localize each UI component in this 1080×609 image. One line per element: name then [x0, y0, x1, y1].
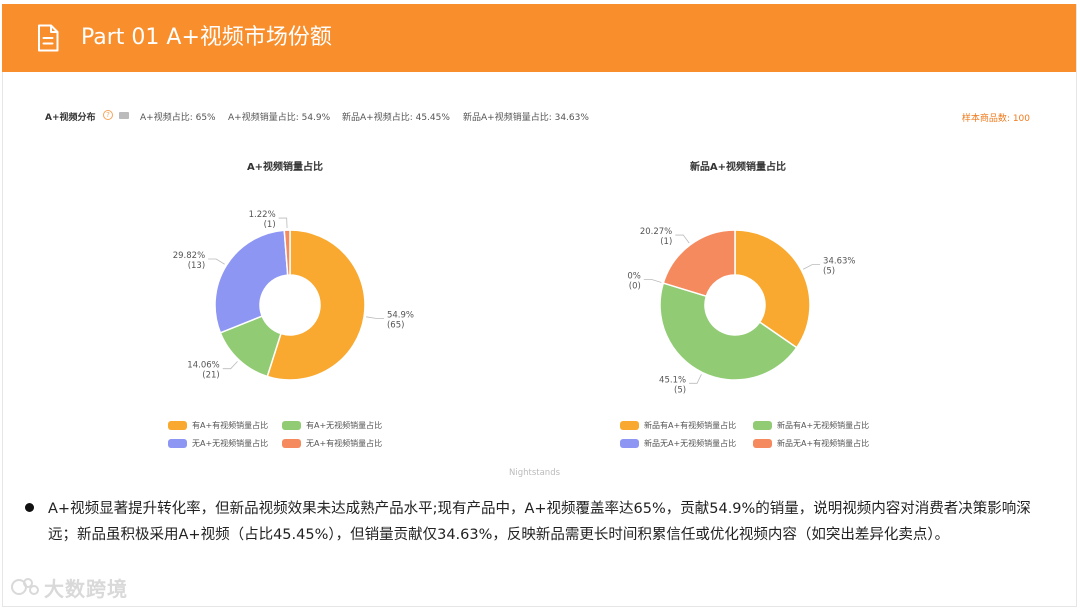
legend-swatch [620, 439, 639, 448]
page-title: Part 01 A+视频市场份额 [81, 25, 332, 50]
legend-label: 新品有A+无视频销量占比 [777, 421, 870, 430]
slice-percent-label: 14.06% [187, 361, 219, 371]
pie-slice[interactable] [214, 229, 289, 334]
slice-percent-label: 45.1% [659, 375, 686, 385]
sample-count: 样本商品数: 100 [961, 114, 1030, 124]
leader-line [643, 279, 662, 283]
slice-percent-label: 54.9% [387, 310, 414, 320]
legend-item[interactable]: 有A+有视频销量占比 [168, 420, 268, 431]
legend-swatch [168, 421, 187, 430]
watermark: 大数跨境 [10, 572, 128, 602]
leader-line [208, 258, 225, 265]
slice-count-label: (5) [674, 385, 686, 395]
legend-swatch [620, 421, 639, 430]
watermark-text: 大数跨境 [44, 576, 128, 601]
legend-label: 新品无A+有视频销量占比 [777, 439, 870, 448]
legend-item[interactable]: 新品无A+无视频销量占比 [620, 438, 736, 449]
legend-item[interactable]: 有A+无视频销量占比 [282, 420, 382, 431]
leader-line [675, 234, 690, 244]
leader-line [222, 361, 238, 370]
donut-chart-right: 34.63%(5)45.1%(5)0%(0)20.27%(1) [627, 227, 855, 395]
stats-lead: A+视频分布 [45, 113, 96, 123]
slice-percent-label: 34.63% [823, 257, 855, 267]
document-icon [38, 24, 59, 52]
video-icon [119, 112, 129, 119]
donut-chart-left: 54.9%(65) 14.06%(21) 29.82%(13) 1.22%(1) [173, 210, 414, 381]
slice-count-label: (21) [202, 371, 219, 381]
brand-logo-icon [11, 578, 39, 595]
leader-line [803, 264, 821, 270]
insight-text: A+视频显著提升转化率，但新品视频效果未达成熟产品水平;现有产品中，A+视频覆盖… [48, 501, 1031, 543]
legend-item[interactable]: 新品无A+有视频销量占比 [753, 438, 869, 449]
legend-label: 新品有A+有视频销量占比 [644, 421, 737, 430]
slice-count-label: (65) [387, 320, 404, 330]
legend-swatch [282, 421, 301, 430]
bullet-dot-icon [25, 503, 34, 512]
leader-line [689, 374, 702, 384]
legend-swatch [753, 439, 772, 448]
legend-item[interactable]: 新品有A+无视频销量占比 [753, 420, 869, 431]
legend-swatch [282, 439, 301, 448]
legend-item[interactable]: 无A+无视频销量占比 [168, 438, 268, 449]
slice-percent-label: 0% [627, 272, 641, 282]
legend-label: 无A+无视频销量占比 [192, 439, 269, 448]
legend-label: 无A+有视频销量占比 [306, 439, 383, 448]
stat-item: A+视频占比: 65% [140, 113, 216, 123]
slice-count-label: (13) [188, 261, 205, 271]
pie-slice[interactable] [734, 229, 811, 349]
legend-label: 新品无A+无视频销量占比 [644, 439, 737, 448]
legend-label: 有A+有视频销量占比 [192, 421, 269, 430]
help-icon[interactable]: ? [103, 110, 113, 120]
legend-item[interactable]: 无A+有视频销量占比 [282, 438, 382, 449]
leader-line [278, 217, 288, 229]
legend-label: 有A+无视频销量占比 [306, 421, 383, 430]
stat-item: 新品A+视频销量占比: 34.63% [463, 113, 589, 123]
pie-slice[interactable] [662, 229, 736, 298]
chart-title-right: 新品A+视频销量占比 [689, 162, 787, 173]
slice-percent-label: 20.27% [640, 227, 672, 237]
legend-swatch [753, 421, 772, 430]
slice-percent-label: 1.22% [249, 210, 276, 220]
leader-line [366, 316, 384, 319]
slice-count-label: (5) [823, 267, 835, 277]
stat-item: A+视频销量占比: 54.9% [228, 113, 331, 123]
title-bar: Part 01 A+视频市场份额 [2, 4, 1076, 72]
legend-item[interactable]: 新品有A+有视频销量占比 [620, 420, 736, 431]
slice-count-label: (1) [660, 237, 672, 247]
stat-item: 新品A+视频占比: 45.45% [342, 113, 450, 123]
category-note: Nightstands [509, 468, 561, 478]
slice-count-label: (1) [264, 220, 276, 230]
slice-percent-label: 29.82% [173, 251, 205, 261]
legend-swatch [168, 439, 187, 448]
slice-count-label: (0) [629, 282, 641, 292]
chart-title-left: A+视频销量占比 [246, 162, 324, 173]
